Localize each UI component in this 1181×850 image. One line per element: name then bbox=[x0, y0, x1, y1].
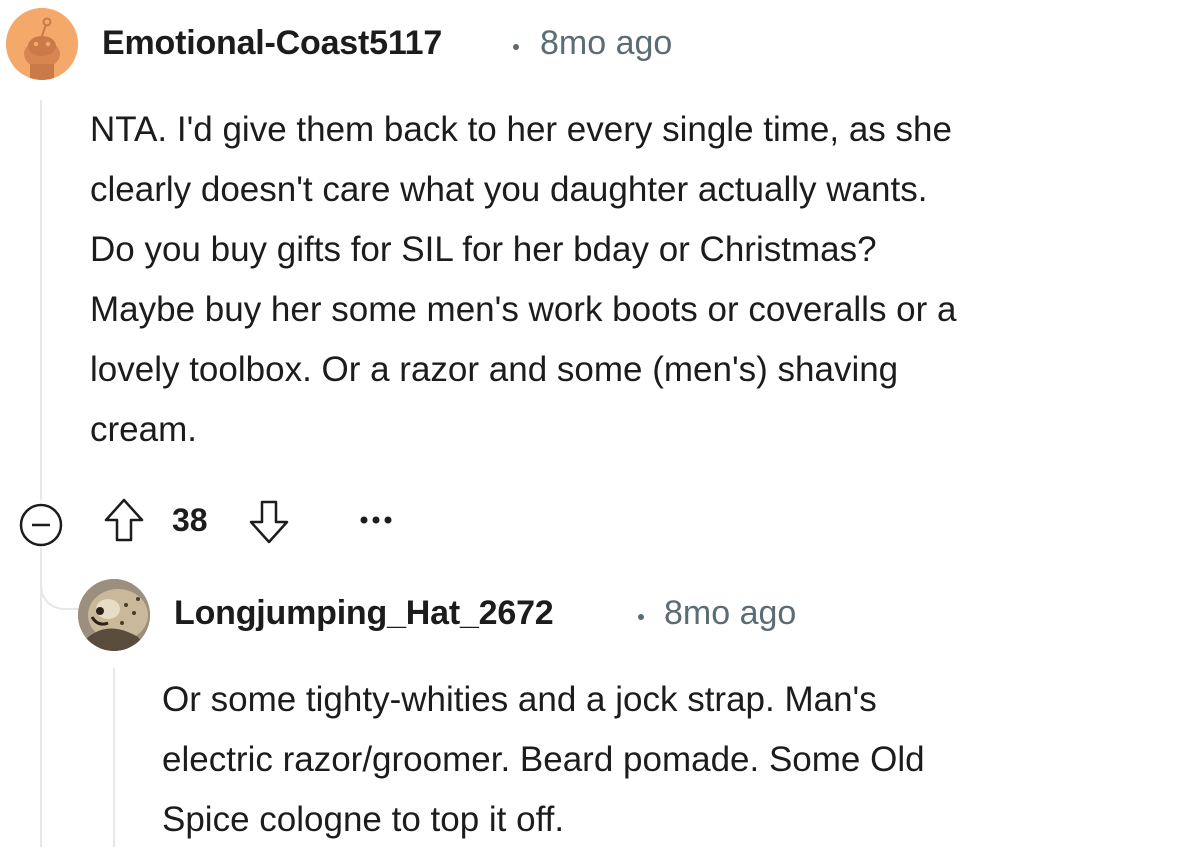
more-options-button[interactable] bbox=[352, 500, 400, 540]
downvote-arrow-icon bbox=[249, 500, 289, 544]
comment-body-line: lovely toolbox. Or a razor and some (men… bbox=[90, 350, 899, 389]
comment-username[interactable]: Longjumping_Hat_2672 bbox=[174, 594, 554, 633]
downvote-button[interactable] bbox=[245, 497, 293, 547]
comment-body-line: Or some tighty-whities and a jock strap.… bbox=[162, 680, 877, 719]
comment-body-line: Maybe buy her some men's work boots or c… bbox=[90, 290, 957, 329]
cheetah-photo-avatar-icon bbox=[78, 579, 150, 651]
comment-body-line: electric razor/groomer. Beard pomade. So… bbox=[162, 740, 925, 779]
thread-connector bbox=[40, 560, 82, 610]
comment-timestamp: 8mo ago bbox=[664, 594, 797, 632]
thread-line-main bbox=[40, 100, 42, 500]
thread-line-reply bbox=[113, 668, 115, 847]
comment-body-line: cream. bbox=[90, 410, 197, 449]
comment-body-line: Spice cologne to top it off. bbox=[162, 800, 565, 839]
meta-separator-dot bbox=[513, 44, 519, 50]
avatar[interactable] bbox=[6, 8, 78, 80]
comment-timestamp: 8mo ago bbox=[540, 24, 673, 62]
vote-count: 38 bbox=[172, 502, 208, 538]
upvote-arrow-icon bbox=[104, 498, 144, 542]
comment-body: Or some tighty-whities and a jock strap.… bbox=[162, 670, 925, 850]
comment-body-line: Do you buy gifts for SIL for her bday or… bbox=[90, 230, 877, 269]
upvote-button[interactable] bbox=[100, 495, 148, 545]
comment-body: NTA. I'd give them back to her every sin… bbox=[90, 100, 957, 460]
comment-body-line: NTA. I'd give them back to her every sin… bbox=[90, 110, 952, 149]
collapse-button[interactable] bbox=[16, 500, 66, 550]
snoo-avatar-icon bbox=[6, 8, 78, 80]
meta-separator-dot bbox=[638, 614, 644, 620]
avatar[interactable] bbox=[78, 579, 150, 651]
more-options-icon bbox=[360, 516, 392, 524]
collapse-minus-icon bbox=[19, 503, 63, 547]
comment-body-line: clearly doesn't care what you daughter a… bbox=[90, 170, 928, 209]
comment-username[interactable]: Emotional-Coast5117 bbox=[102, 24, 442, 63]
